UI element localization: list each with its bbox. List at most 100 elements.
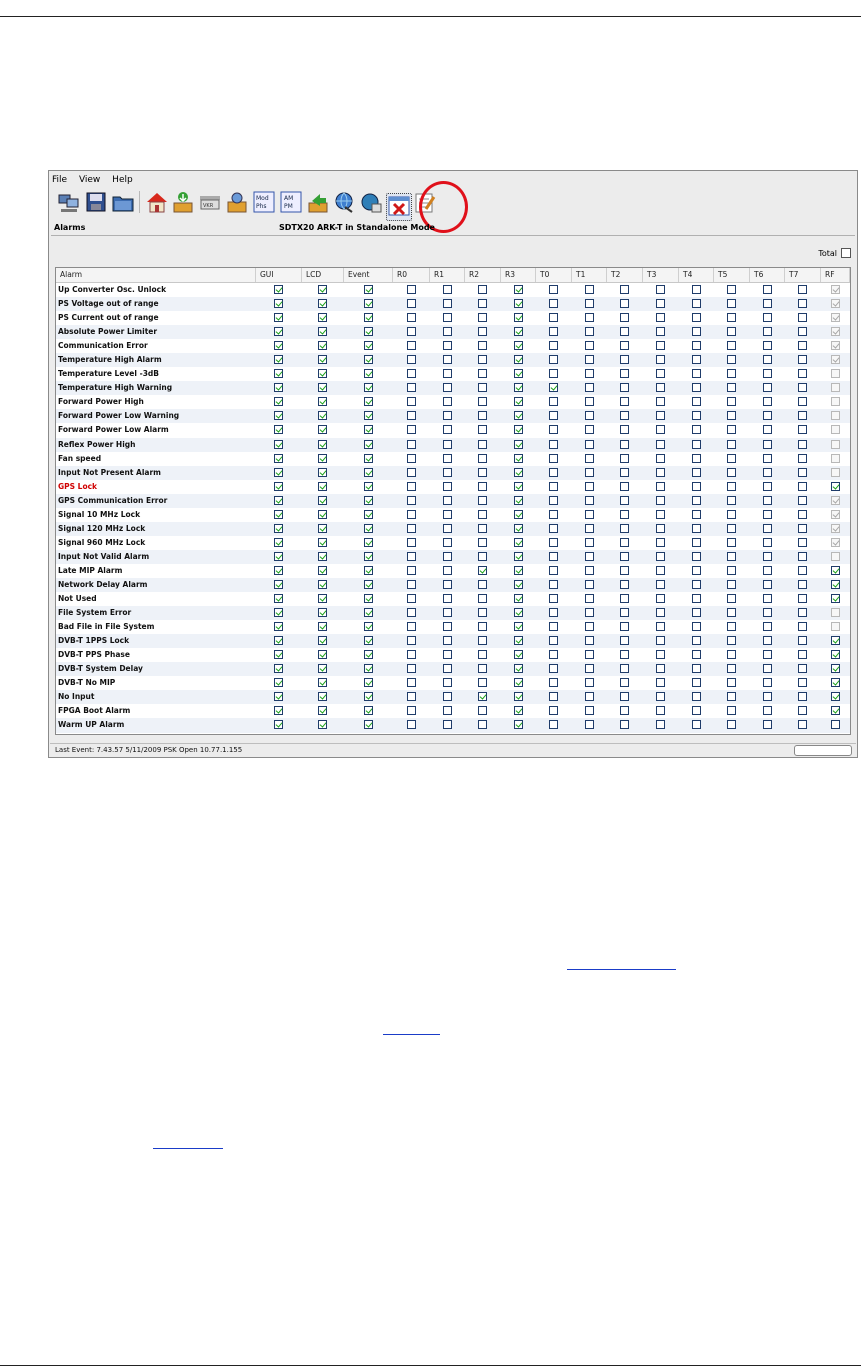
checkbox-t2[interactable] xyxy=(620,523,629,533)
total-toggle[interactable]: Total xyxy=(818,248,851,258)
checkbox-r0[interactable] xyxy=(406,622,416,632)
checkbox-t4[interactable] xyxy=(691,720,701,730)
checkbox-t4[interactable] xyxy=(691,341,701,351)
checkbox-r1[interactable] xyxy=(442,636,452,646)
checkbox-gui[interactable] xyxy=(274,285,283,294)
checkbox-t2[interactable] xyxy=(620,636,629,646)
checkbox-gui[interactable] xyxy=(274,411,283,421)
checkbox-t3[interactable] xyxy=(656,299,665,309)
checkbox-t0[interactable] xyxy=(549,565,558,575)
checkbox-t1[interactable] xyxy=(584,383,594,393)
checkbox-r2[interactable] xyxy=(478,467,487,477)
checkbox-event[interactable] xyxy=(363,369,373,379)
checkbox-t2[interactable] xyxy=(620,411,629,421)
checkbox-t2[interactable] xyxy=(620,664,629,674)
checkbox-gui[interactable] xyxy=(274,565,283,575)
checkbox-event[interactable] xyxy=(363,341,373,351)
checkbox-t5[interactable] xyxy=(727,594,736,604)
checkbox-event[interactable] xyxy=(363,453,373,463)
checkbox-r3[interactable] xyxy=(513,523,523,533)
checkbox-t6[interactable] xyxy=(762,327,772,337)
checkbox-r0[interactable] xyxy=(406,495,416,505)
checkbox-r1[interactable] xyxy=(442,285,452,294)
checkbox-r1[interactable] xyxy=(442,327,452,337)
checkbox-t5[interactable] xyxy=(727,327,736,337)
checkbox-r1[interactable] xyxy=(442,565,452,575)
checkbox-r3[interactable] xyxy=(513,397,523,407)
checkbox-t5[interactable] xyxy=(727,636,736,646)
checkbox-t2[interactable] xyxy=(620,299,629,309)
checkbox-t6[interactable] xyxy=(762,509,772,519)
checkbox-t0[interactable] xyxy=(549,636,558,646)
checkbox-t7[interactable] xyxy=(798,285,807,294)
checkbox-rf[interactable] xyxy=(830,565,840,575)
checkbox-r2[interactable] xyxy=(478,608,487,618)
checkbox-t0[interactable] xyxy=(549,551,558,561)
checkbox-r3[interactable] xyxy=(513,453,523,463)
checkbox-t1[interactable] xyxy=(584,622,594,632)
checkbox-t6[interactable] xyxy=(762,650,772,660)
checkbox-t4[interactable] xyxy=(691,411,701,421)
checkbox-lcd[interactable] xyxy=(318,439,327,449)
checkbox-rf[interactable] xyxy=(830,579,840,589)
checkbox-t2[interactable] xyxy=(620,537,629,547)
checkbox-gui[interactable] xyxy=(274,523,283,533)
hyperlink-underline-1[interactable] xyxy=(567,969,676,970)
checkbox-lcd[interactable] xyxy=(318,285,327,294)
checkbox-lcd[interactable] xyxy=(318,425,327,435)
checkbox-t0[interactable] xyxy=(549,608,558,618)
checkbox-r0[interactable] xyxy=(406,523,416,533)
checkbox-r3[interactable] xyxy=(513,425,523,435)
open-folder-icon[interactable] xyxy=(111,189,135,215)
checkbox-t7[interactable] xyxy=(798,650,807,660)
checkbox-t4[interactable] xyxy=(691,692,701,702)
checkbox-t3[interactable] xyxy=(656,467,665,477)
checkbox-event[interactable] xyxy=(363,608,373,618)
checkbox-r2[interactable] xyxy=(478,495,487,505)
checkbox-t1[interactable] xyxy=(584,664,594,674)
hyperlink-underline-2[interactable] xyxy=(383,1034,440,1035)
checkbox-r2[interactable] xyxy=(478,313,487,323)
checkbox-r3[interactable] xyxy=(513,327,523,337)
checkbox-t5[interactable] xyxy=(727,439,736,449)
checkbox-t4[interactable] xyxy=(691,565,701,575)
checkbox-r0[interactable] xyxy=(406,425,416,435)
menu-file[interactable]: File xyxy=(52,175,67,185)
checkbox-t2[interactable] xyxy=(620,397,629,407)
checkbox-r0[interactable] xyxy=(406,678,416,688)
checkbox-rf[interactable] xyxy=(830,664,840,674)
checkbox-t4[interactable] xyxy=(691,327,701,337)
checkbox-r2[interactable] xyxy=(478,650,487,660)
checkbox-r3[interactable] xyxy=(513,383,523,393)
checkbox-t1[interactable] xyxy=(584,341,594,351)
globe-info-icon[interactable] xyxy=(359,189,383,215)
checkbox-t3[interactable] xyxy=(656,327,665,337)
checkbox-t3[interactable] xyxy=(656,509,665,519)
checkbox-r1[interactable] xyxy=(442,650,452,660)
checkbox-t5[interactable] xyxy=(727,579,736,589)
checkbox-r1[interactable] xyxy=(442,369,452,379)
checkbox-r1[interactable] xyxy=(442,678,452,688)
column-header-r1[interactable]: R1 xyxy=(430,268,465,282)
checkbox-t6[interactable] xyxy=(762,481,772,491)
checkbox-t0[interactable] xyxy=(549,720,558,730)
checkbox-r1[interactable] xyxy=(442,706,452,716)
checkbox-t5[interactable] xyxy=(727,509,736,519)
checkbox-r3[interactable] xyxy=(513,467,523,477)
checkbox-r2[interactable] xyxy=(478,481,487,491)
checkbox-r3[interactable] xyxy=(513,551,523,561)
checkbox-t3[interactable] xyxy=(656,313,665,323)
checkbox-event[interactable] xyxy=(363,551,373,561)
checkbox-gui[interactable] xyxy=(274,692,283,702)
checkbox-t4[interactable] xyxy=(691,495,701,505)
checkbox-gui[interactable] xyxy=(274,327,283,337)
checkbox-r1[interactable] xyxy=(442,383,452,393)
checkbox-event[interactable] xyxy=(363,565,373,575)
network-globe-icon[interactable] xyxy=(332,189,356,215)
checkbox-t4[interactable] xyxy=(691,636,701,646)
checkbox-r1[interactable] xyxy=(442,509,452,519)
checkbox-t3[interactable] xyxy=(656,411,665,421)
checkbox-t3[interactable] xyxy=(656,664,665,674)
checkbox-r3[interactable] xyxy=(513,355,523,365)
checkbox-t2[interactable] xyxy=(620,285,629,294)
